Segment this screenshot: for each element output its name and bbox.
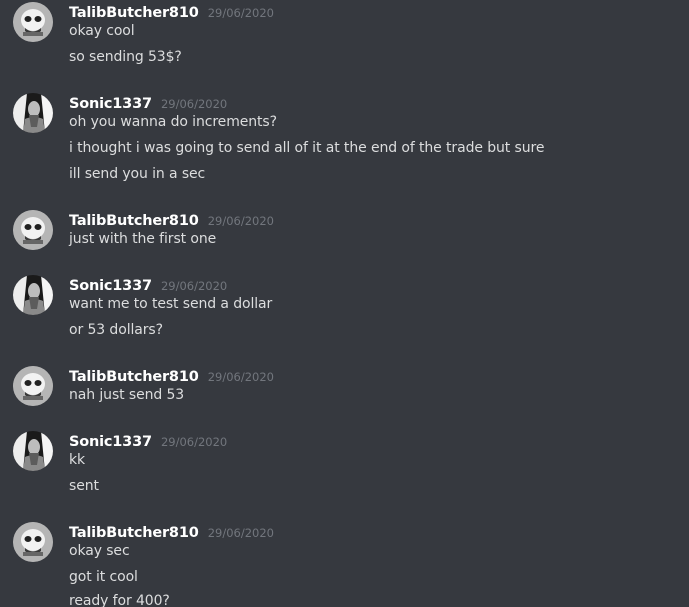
timestamp[interactable]: 29/06/2020 [161, 279, 227, 293]
timestamp[interactable]: 29/06/2020 [208, 370, 274, 384]
message-text: just with the first one [69, 231, 217, 247]
message-text: okay cool [69, 23, 135, 39]
skull-mask-avatar-icon [13, 366, 53, 406]
username[interactable]: Sonic1337 [69, 434, 152, 450]
message-header: TalibButcher810 29/06/2020 [69, 366, 274, 386]
username[interactable]: Sonic1337 [69, 278, 152, 294]
message-text: oh you wanna do increments? [69, 114, 277, 130]
timestamp[interactable]: 29/06/2020 [161, 97, 227, 111]
username[interactable]: TalibButcher810 [69, 369, 199, 385]
timestamp[interactable]: 29/06/2020 [208, 214, 274, 228]
message-text: kk [69, 452, 86, 468]
grayscale-person-avatar-icon[interactable] [13, 275, 53, 315]
timestamp[interactable]: 29/06/2020 [161, 435, 227, 449]
message-text: so sending 53$? [69, 49, 182, 65]
skull-mask-avatar-icon [13, 522, 53, 562]
skull-mask-avatar-icon[interactable] [13, 366, 53, 406]
message-text: want me to test send a dollar [69, 296, 273, 312]
message-text: i thought i was going to send all of it … [69, 140, 545, 156]
grayscale-person-avatar-icon [13, 431, 53, 471]
message-header: Sonic1337 29/06/2020 [69, 275, 227, 295]
username[interactable]: Sonic1337 [69, 96, 152, 112]
grayscale-person-avatar-icon[interactable] [13, 93, 53, 133]
message-text: nah just send 53 [69, 387, 185, 403]
message-header: Sonic1337 29/06/2020 [69, 431, 227, 451]
skull-mask-avatar-icon[interactable] [13, 2, 53, 42]
message-text: ready for 400? [69, 593, 170, 607]
message-header: TalibButcher810 29/06/2020 [69, 522, 274, 542]
timestamp[interactable]: 29/06/2020 [208, 6, 274, 20]
username[interactable]: TalibButcher810 [69, 213, 199, 229]
timestamp[interactable]: 29/06/2020 [208, 526, 274, 540]
message-text: sent [69, 478, 99, 494]
username[interactable]: TalibButcher810 [69, 525, 199, 541]
grayscale-person-avatar-icon[interactable] [13, 431, 53, 471]
skull-mask-avatar-icon [13, 210, 53, 250]
message-header: Sonic1337 29/06/2020 [69, 93, 227, 113]
message-text: got it cool [69, 569, 138, 585]
skull-mask-avatar-icon[interactable] [13, 522, 53, 562]
message-text: okay sec [69, 543, 130, 559]
message-header: TalibButcher810 29/06/2020 [69, 2, 274, 22]
message-text: ill send you in a sec [69, 166, 206, 182]
username[interactable]: TalibButcher810 [69, 5, 199, 21]
skull-mask-avatar-icon[interactable] [13, 210, 53, 250]
chat-message-list[interactable]: TalibButcher810 29/06/2020 okay cool so … [0, 0, 689, 607]
message-header: TalibButcher810 29/06/2020 [69, 210, 274, 230]
grayscale-person-avatar-icon [13, 93, 53, 133]
skull-mask-avatar-icon [13, 2, 53, 42]
message-text: or 53 dollars? [69, 322, 163, 338]
grayscale-person-avatar-icon [13, 275, 53, 315]
